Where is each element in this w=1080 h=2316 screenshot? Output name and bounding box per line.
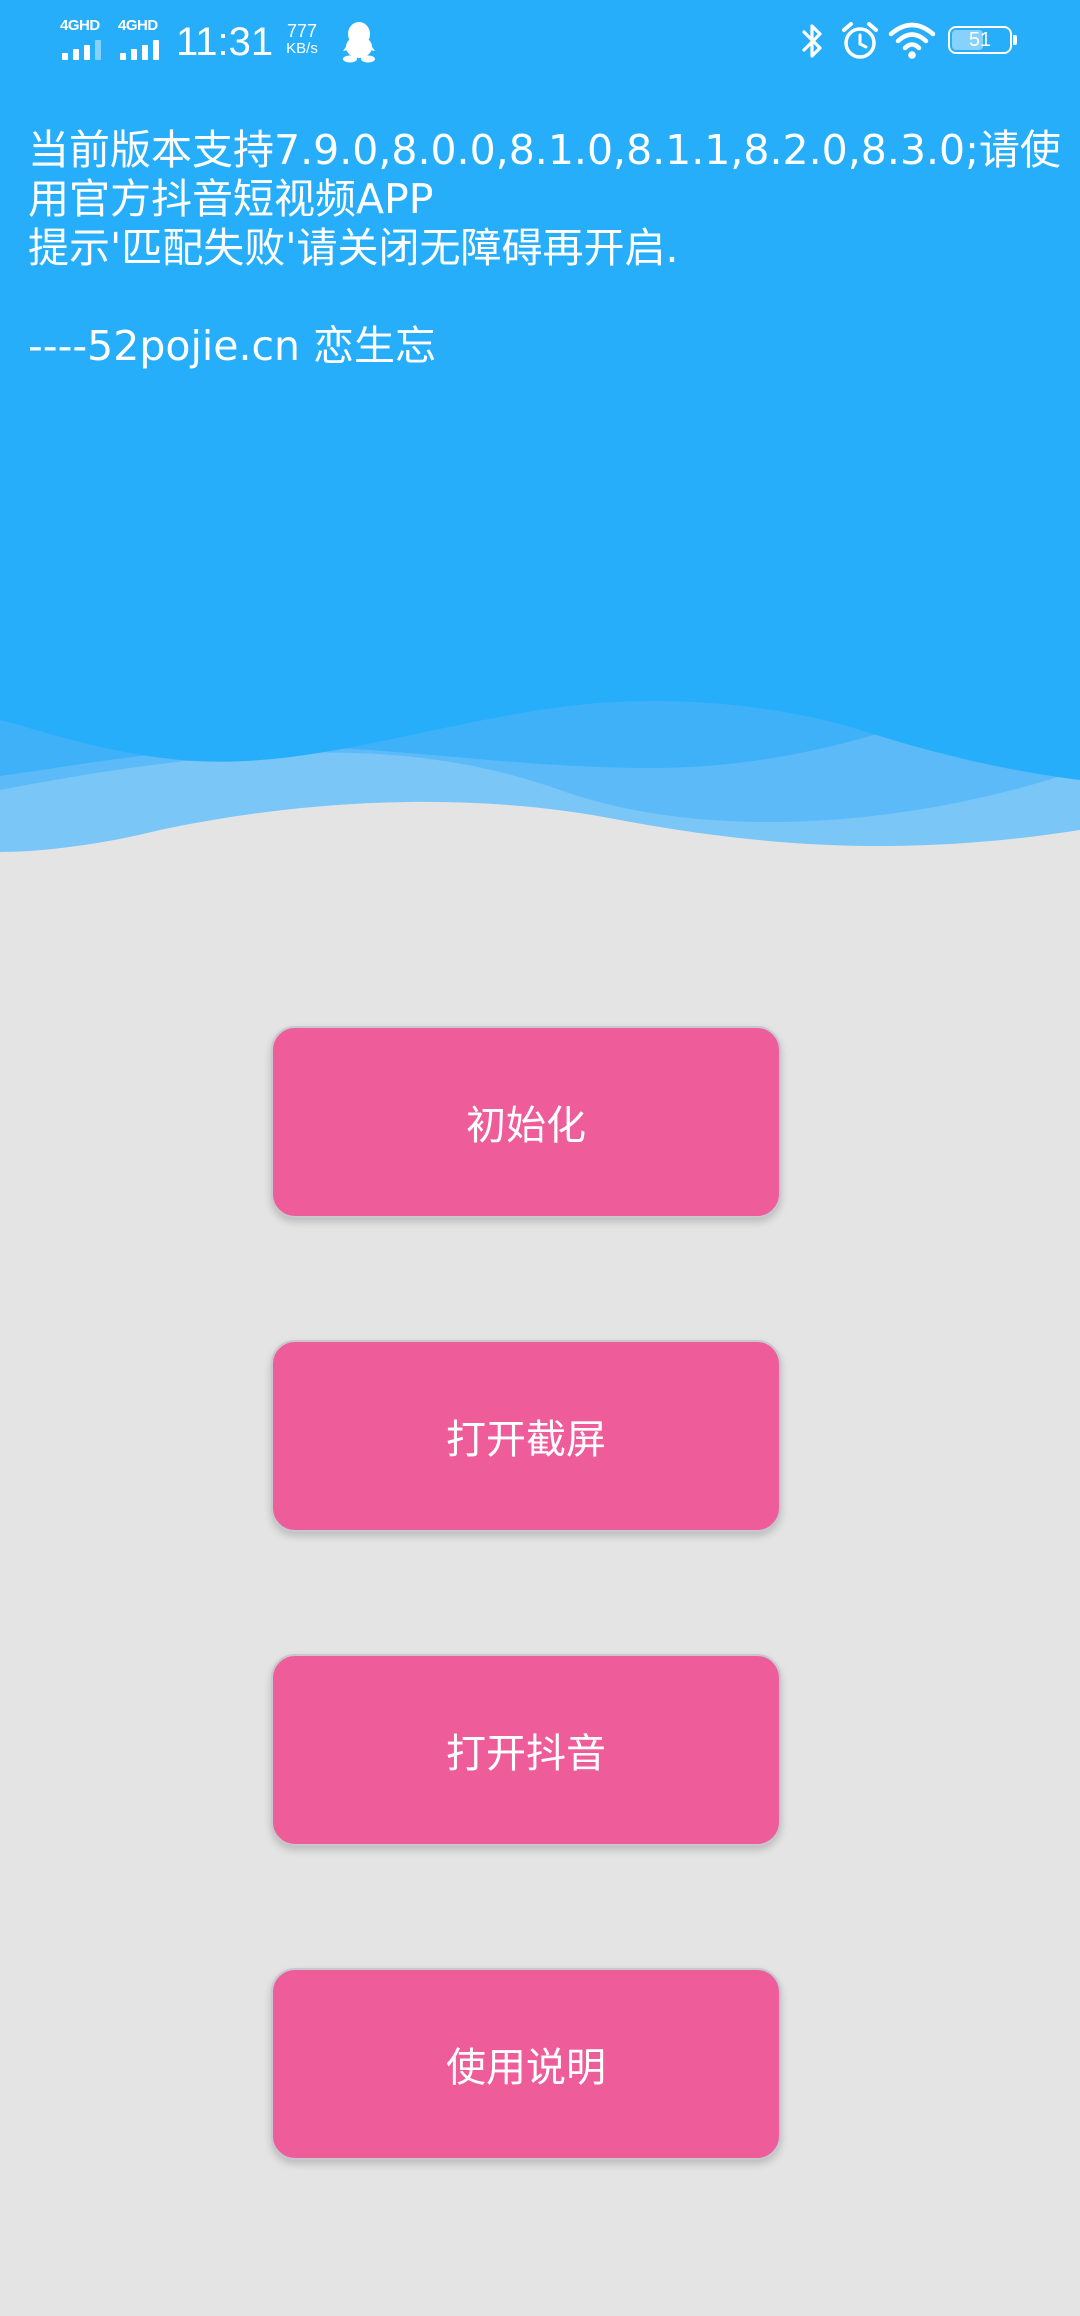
- info-text: 当前版本支持7.9.0,8.0.0,8.1.0,8.1.1,8.2.0,8.3.…: [28, 126, 1061, 371]
- network-speed: 777 KB/s: [282, 22, 322, 58]
- info-line-tip: 提示'匹配失败'请关闭无障碍再开启.: [28, 224, 679, 272]
- clock: 11:31: [176, 20, 274, 64]
- network-type-label-2: 4GHD: [118, 17, 158, 34]
- open-screenshot-button[interactable]: 打开截屏: [271, 1340, 781, 1532]
- info-line-official-app: 用官方抖音短视频APP: [28, 175, 434, 223]
- alarm-icon: [840, 20, 880, 66]
- bluetooth-icon: [798, 20, 826, 66]
- status-bar: 4GHD 4GHD 11:31 777 KB/s 51: [0, 0, 1080, 84]
- battery-level: 51: [968, 29, 992, 51]
- instructions-button-label: 使用说明: [446, 2045, 606, 2091]
- open-screenshot-button-label: 打开截屏: [446, 1417, 606, 1463]
- network-type-label: 4GHD: [60, 17, 100, 34]
- init-button[interactable]: 初始化: [271, 1026, 781, 1218]
- init-button-label: 初始化: [466, 1103, 586, 1149]
- open-douyin-button[interactable]: 打开抖音: [271, 1654, 781, 1846]
- network-speed-value: 777: [286, 21, 318, 41]
- open-douyin-button-label: 打开抖音: [446, 1731, 606, 1777]
- signal-icon: 4GHD: [60, 18, 112, 60]
- instructions-button[interactable]: 使用说明: [271, 1968, 781, 2160]
- info-line-supported-versions: 当前版本支持7.9.0,8.0.0,8.1.0,8.1.1,8.2.0,8.3.…: [28, 126, 1061, 174]
- wifi-icon: [888, 20, 936, 66]
- signal-icon-2: 4GHD: [118, 18, 170, 60]
- qq-icon: [342, 20, 376, 64]
- info-line-credit: ----52pojie.cn 恋生忘: [28, 322, 437, 370]
- network-speed-unit: KB/s: [286, 40, 318, 57]
- battery-icon: 51: [948, 26, 1018, 56]
